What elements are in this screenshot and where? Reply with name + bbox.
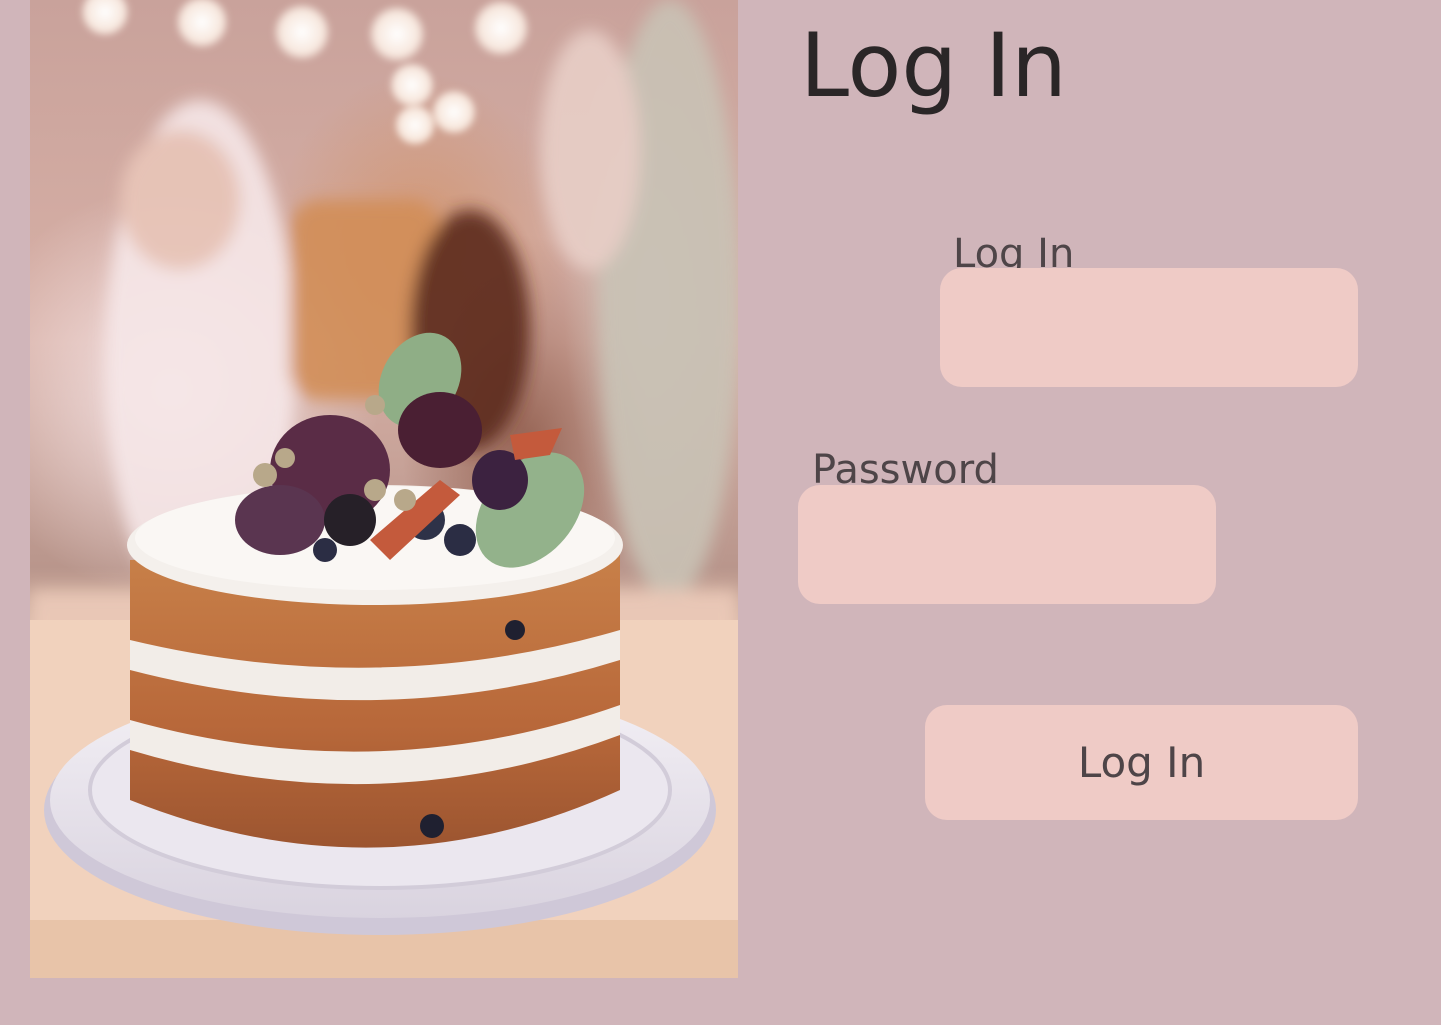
cake-photo (30, 0, 738, 978)
password-label: Password (812, 447, 999, 493)
login-button[interactable]: Log In (925, 705, 1358, 820)
cake-illustration (30, 0, 738, 978)
password-input[interactable] (798, 485, 1216, 604)
page-title: Log In (800, 14, 1067, 117)
login-input[interactable] (940, 268, 1358, 387)
